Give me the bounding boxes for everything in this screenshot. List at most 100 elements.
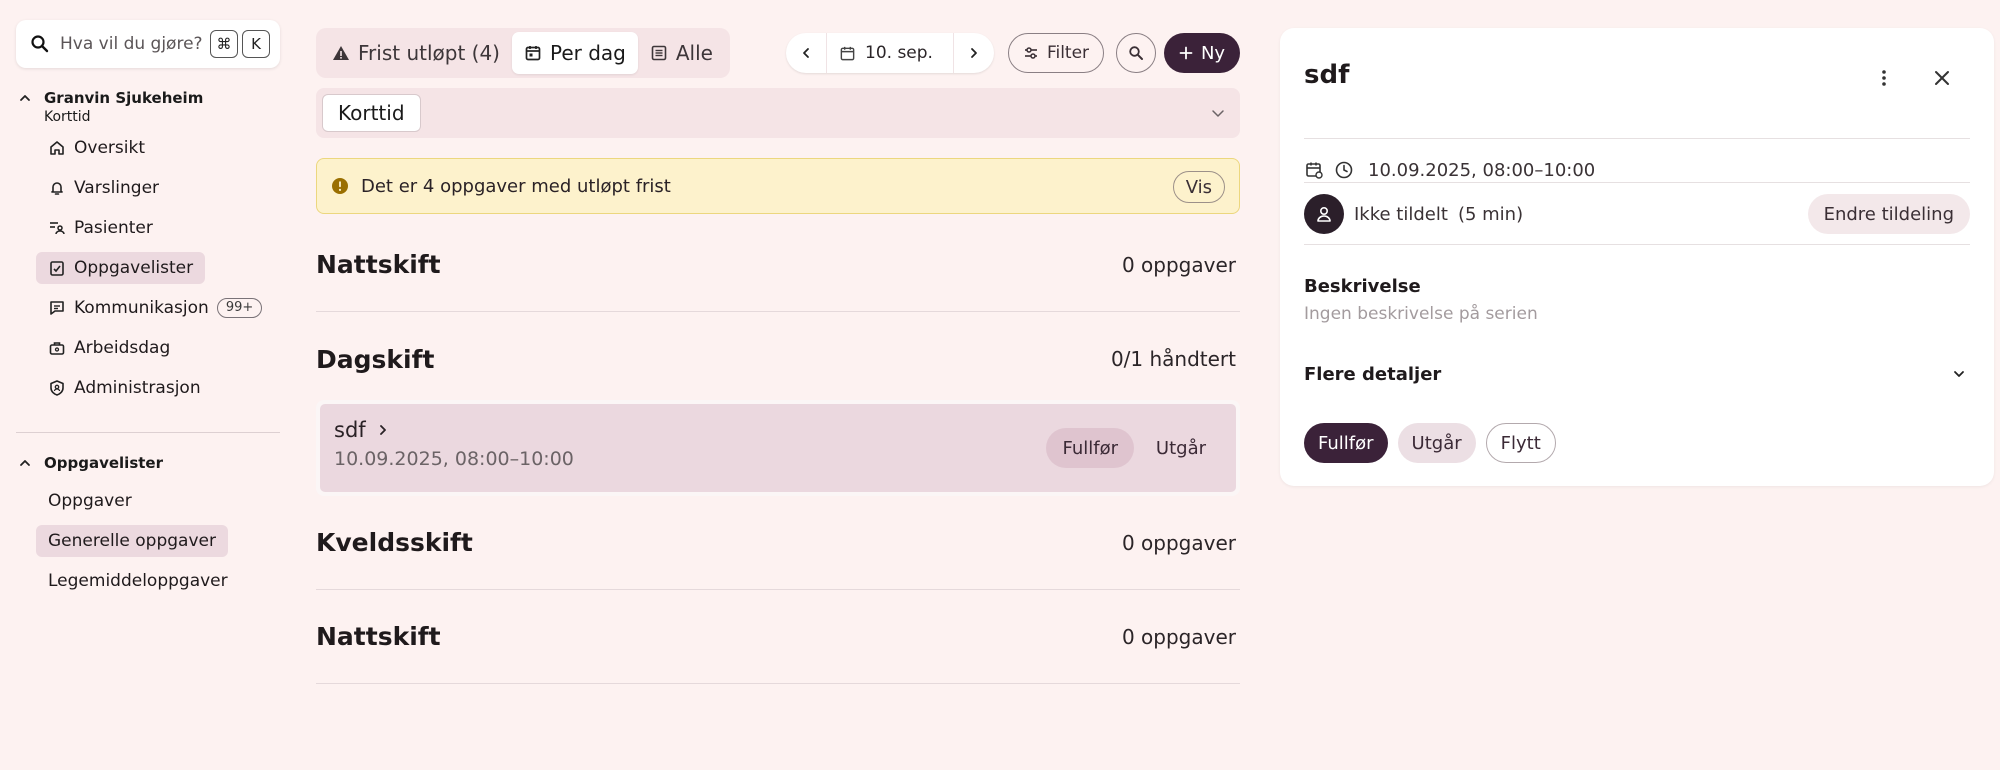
shift-title: Nattskift [316, 622, 441, 651]
detail-complete-button[interactable]: Fullfør [1304, 423, 1388, 463]
task-search-button[interactable] [1116, 33, 1156, 73]
task-name-text: sdf [334, 418, 366, 442]
shift-section-day: Dagskift 0/1 håndtert [316, 312, 1240, 406]
unit-filter-chip[interactable]: Korttid [322, 94, 421, 132]
warning-icon [333, 46, 349, 60]
shift-title: Nattskift [316, 250, 441, 279]
show-overdue-button[interactable]: Vis [1172, 171, 1225, 203]
detail-divider [1304, 182, 1970, 183]
chevron-left-icon [803, 48, 809, 58]
main-nav: Oversikt Varslinger Pasienter Oppgavelis… [16, 132, 280, 404]
home-icon [50, 141, 64, 155]
org-name: Granvin Sjukeheim [44, 89, 204, 107]
calendar-icon [840, 46, 855, 60]
filter-button[interactable]: Filter [1008, 33, 1104, 73]
tab-label: Alle [675, 41, 713, 65]
sidebar-item-pasienter[interactable]: Pasienter [36, 212, 165, 244]
chevron-up-icon [20, 460, 30, 466]
task-detail-panel: sdf 10.09.2025, 08:00–10:00 Ikke tildelt… [1280, 28, 1994, 486]
new-label: Ny [1200, 42, 1226, 64]
calendar-repeat-icon [1306, 162, 1323, 179]
command-search[interactable]: ⌘ K [16, 20, 280, 68]
sidebar-item-generelle-oppgaver[interactable]: Generelle oppgaver [36, 525, 228, 557]
sidebar: ⌘ K Granvin Sjukeheim Korttid Oversikt V… [16, 20, 280, 605]
tab-label: Frist utløpt (4) [358, 41, 500, 65]
list-icon [651, 45, 667, 61]
more-vertical-icon[interactable] [1874, 68, 1894, 88]
plus-icon [1179, 46, 1193, 60]
more-details-label: Flere detaljer [1304, 363, 1442, 385]
tasklists-group-header[interactable]: Oppgavelister [16, 453, 280, 473]
sidebar-item-label: Legemiddeloppgaver [48, 571, 228, 591]
sidebar-item-oppgaver[interactable]: Oppgaver [36, 485, 144, 517]
patients-icon [50, 222, 65, 235]
sidebar-item-legemiddeloppgaver[interactable]: Legemiddeloppgaver [36, 565, 240, 597]
sidebar-item-varslinger[interactable]: Varslinger [36, 172, 171, 204]
description-text: Ingen beskrivelse på serien [1304, 304, 1538, 324]
task-card-wrapper: sdf 10.09.2025, 08:00–10:00 Fullfør Utgå… [316, 400, 1240, 496]
toolbar: Frist utløpt (4) Per dag Alle 10. sep. F… [316, 28, 1240, 78]
tab-per-dag[interactable]: Per dag [511, 32, 638, 74]
sidebar-divider [16, 432, 280, 433]
search-icon [1129, 46, 1143, 60]
detail-assignee-row: Ikke tildelt (5 min) Endre tildeling [1304, 192, 1970, 236]
sidebar-item-oversikt[interactable]: Oversikt [36, 132, 157, 164]
clock-icon [1335, 161, 1353, 179]
next-day-button[interactable] [954, 33, 994, 73]
shift-count: 0 oppgaver [1121, 252, 1236, 277]
detail-expire-button[interactable]: Utgår [1397, 423, 1476, 463]
close-icon[interactable] [1932, 68, 1952, 88]
tasklists-nav: Oppgaver Generelle oppgaver Legemiddelop… [16, 485, 280, 597]
shift-count: 0/1 håndtert [1110, 347, 1236, 371]
tasklists-group-title: Oppgavelister [44, 454, 163, 472]
sidebar-item-arbeidsdag[interactable]: Arbeidsdag [36, 332, 182, 364]
prev-day-button[interactable] [786, 33, 826, 73]
date-navigator: 10. sep. [786, 33, 994, 73]
clipboard-check-icon [50, 261, 64, 276]
overdue-alert-text: Det er 4 oppgaver med utløpt frist [361, 175, 671, 197]
assignee-name: Ikke tildelt [1354, 203, 1448, 225]
change-assignment-button[interactable]: Endre tildeling [1807, 194, 1970, 234]
sidebar-item-oppgavelister[interactable]: Oppgavelister [36, 252, 206, 284]
search-icon [31, 35, 49, 53]
user-icon [1317, 206, 1331, 222]
detail-divider [1304, 138, 1970, 139]
detail-time-row: 10.09.2025, 08:00–10:00 [1304, 150, 1595, 190]
tab-alle[interactable]: Alle [638, 32, 725, 74]
sidebar-item-administrasjon[interactable]: Administrasjon [36, 372, 213, 404]
task-card[interactable]: sdf 10.09.2025, 08:00–10:00 Fullfør Utgå… [320, 404, 1236, 492]
shift-section-night-late: Nattskift 0 oppgaver [316, 590, 1240, 684]
tab-frist-utlopt[interactable]: Frist utløpt (4) [320, 32, 512, 74]
sidebar-item-label: Administrasjon [74, 378, 201, 398]
shift-section-evening: Kveldsskift 0 oppgaver [316, 496, 1240, 590]
sidebar-item-label: Kommunikasjon [74, 298, 209, 318]
detail-actions: Fullfør Utgår Flytt [1304, 423, 1566, 463]
new-task-button[interactable]: Ny [1164, 33, 1240, 73]
command-search-input[interactable] [60, 34, 206, 54]
sliders-icon [1024, 47, 1037, 59]
shield-icon [50, 380, 64, 396]
chevron-down-icon [1954, 371, 1964, 377]
current-date: 10. sep. [865, 43, 933, 63]
shortcut-k-key: K [242, 30, 270, 58]
date-picker-button[interactable]: 10. sep. [826, 33, 954, 73]
sidebar-item-label: Oppgavelister [74, 258, 194, 278]
complete-task-button[interactable]: Fullfør [1046, 428, 1134, 468]
chevron-right-icon [971, 48, 977, 58]
chevron-down-icon[interactable] [1210, 105, 1226, 121]
unread-badge: 99+ [216, 298, 263, 318]
more-details-toggle[interactable]: Flere detaljer [1304, 360, 1970, 388]
briefcase-icon [49, 342, 65, 355]
sidebar-item-label: Oppgaver [48, 491, 132, 511]
sidebar-item-kommunikasjon[interactable]: Kommunikasjon 99+ [36, 292, 274, 324]
org-group-header[interactable]: Granvin Sjukeheim Korttid [16, 88, 280, 126]
detail-move-button[interactable]: Flytt [1485, 423, 1556, 463]
overdue-alert: Det er 4 oppgaver med utløpt frist Vis [316, 158, 1240, 214]
chevron-right-icon [379, 425, 386, 435]
sidebar-item-label: Oversikt [74, 138, 145, 158]
org-unit: Korttid [44, 109, 91, 125]
shift-count: 0 oppgaver [1121, 530, 1236, 555]
expire-task-button[interactable]: Utgår [1144, 428, 1218, 468]
sidebar-item-label: Varslinger [74, 178, 160, 198]
unit-filter-bar[interactable]: Korttid [316, 88, 1240, 138]
